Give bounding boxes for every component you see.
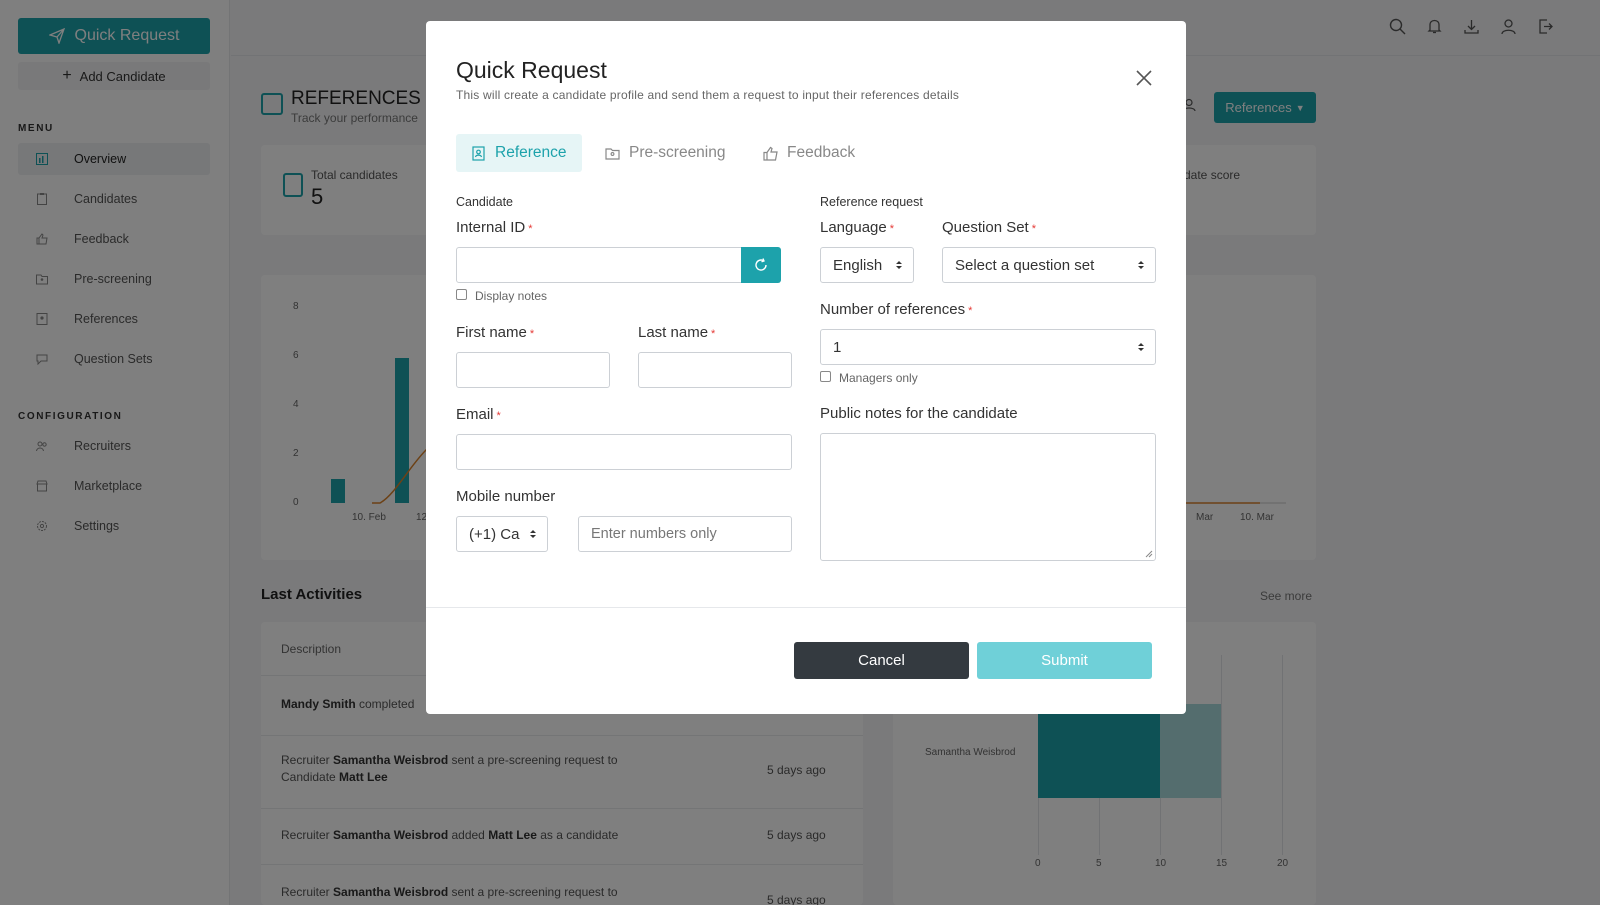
refresh-icon: [755, 258, 767, 271]
email-label: Email *: [456, 406, 501, 423]
generate-id-button[interactable]: [741, 247, 781, 283]
modal-title: Quick Request: [456, 57, 607, 83]
tab-label: Feedback: [787, 144, 856, 161]
managers-only-label: Managers only: [839, 371, 918, 385]
required-mark: *: [496, 410, 501, 422]
select-caret-icon: [1138, 261, 1144, 269]
tab-pre-screening[interactable]: Pre-screening: [590, 134, 741, 172]
first-name-input[interactable]: [456, 352, 610, 388]
mobile-placeholder: Enter numbers only: [591, 526, 717, 542]
modal-subtitle: This will create a candidate profile and…: [456, 88, 960, 102]
language-value: English: [833, 256, 883, 274]
required-mark: *: [968, 305, 973, 317]
resize-handle-icon[interactable]: [1145, 550, 1153, 558]
number-of-references-select[interactable]: 1: [820, 329, 1156, 365]
submit-button[interactable]: Submit: [977, 642, 1152, 679]
language-label: Language *: [820, 219, 895, 236]
close-icon[interactable]: [1134, 68, 1154, 88]
first-name-label: First name *: [456, 324, 535, 341]
last-name-input[interactable]: [638, 352, 792, 388]
last-name-label: Last name *: [638, 324, 716, 341]
number-of-references-value: 1: [833, 338, 842, 356]
required-mark: *: [1031, 223, 1036, 235]
folder-user-icon: [605, 147, 620, 160]
question-set-value: Select a question set: [955, 256, 1095, 274]
managers-only-checkbox[interactable]: [820, 371, 831, 382]
question-set-label: Question Set *: [942, 219, 1036, 236]
country-code-select[interactable]: (+1) Ca: [456, 516, 548, 552]
contact-card-icon: [472, 145, 485, 161]
modal-footer-divider: [426, 607, 1186, 608]
select-caret-icon: [896, 261, 902, 269]
select-caret-icon: [530, 530, 536, 538]
tab-label: Reference: [495, 144, 567, 161]
required-mark: *: [711, 328, 716, 340]
tab-reference[interactable]: Reference: [456, 134, 582, 172]
email-input[interactable]: [456, 434, 792, 470]
required-mark: *: [528, 223, 533, 235]
language-select[interactable]: English: [820, 247, 914, 283]
candidate-section-label: Candidate: [456, 195, 513, 209]
reference-request-section-label: Reference request: [820, 195, 923, 209]
display-notes-checkbox[interactable]: [456, 289, 467, 300]
country-code-value: (+1) Ca: [469, 525, 520, 543]
question-set-select[interactable]: Select a question set: [942, 247, 1156, 283]
cancel-button[interactable]: Cancel: [794, 642, 969, 679]
mobile-number-label: Mobile number: [456, 488, 556, 505]
quick-request-modal: Quick Request This will create a candida…: [426, 21, 1186, 714]
internal-id-input[interactable]: [456, 247, 743, 283]
mobile-number-input[interactable]: Enter numbers only: [578, 516, 792, 552]
internal-id-label: Internal ID *: [456, 219, 533, 236]
tab-label: Pre-screening: [629, 144, 726, 161]
public-notes-label: Public notes for the candidate: [820, 405, 1018, 422]
public-notes-textarea[interactable]: [820, 433, 1156, 561]
display-notes-label: Display notes: [475, 289, 548, 303]
select-caret-icon: [1138, 343, 1144, 351]
thumbs-up-icon: [763, 146, 778, 161]
required-mark: *: [529, 328, 535, 340]
tab-feedback[interactable]: Feedback: [748, 134, 870, 172]
number-of-references-label: Number of references *: [820, 301, 973, 318]
required-mark: *: [889, 223, 895, 235]
